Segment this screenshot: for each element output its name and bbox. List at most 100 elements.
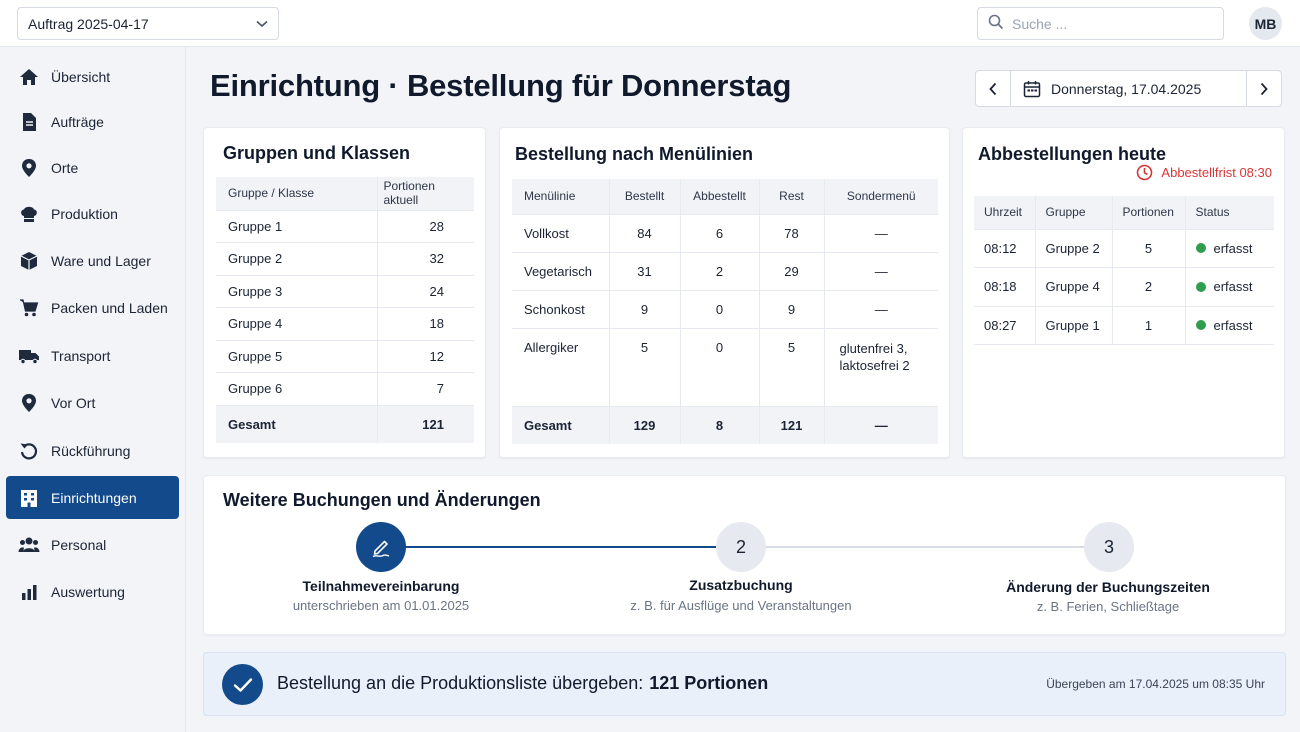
groups-card: Gruppen und Klassen Gruppe / Klasse Port… <box>203 127 486 458</box>
deadline-text: Abbestellfrist 08:30 <box>1161 165 1272 180</box>
column-header: Gruppe <box>1034 196 1112 230</box>
table-row[interactable]: 08:18 Gruppe 4 2 erfasst <box>974 267 1274 307</box>
menu-title: Bestellung nach Menülinien <box>515 144 754 164</box>
chef-hat-icon <box>18 203 40 225</box>
cancel-group: Gruppe 1 <box>1034 306 1112 345</box>
groups-table: Gruppe / Klasse Portionen aktuell Gruppe… <box>216 177 474 443</box>
pen-signature-icon <box>372 540 390 558</box>
top-bar: Auftrag 2025-04-17 MB <box>0 0 1300 47</box>
group-portions: 12 <box>376 340 474 373</box>
sidebar-item-uebersicht[interactable]: Übersicht <box>6 55 179 98</box>
sidebar-item-packen-und-laden[interactable]: Packen und Laden <box>6 286 179 329</box>
date-navigator: Donnerstag, 17.04.2025 <box>975 70 1282 107</box>
sidebar-item-personal[interactable]: Personal <box>6 523 179 566</box>
table-row[interactable]: 08:12 Gruppe 2 5 erfasst <box>974 229 1274 268</box>
column-header: Menülinie <box>512 179 609 215</box>
avatar[interactable]: MB <box>1249 7 1282 40</box>
sidebar-item-auswertung[interactable]: Auswertung <box>6 570 179 613</box>
menu-table: Menülinie Bestellt Abbestellt Rest Sonde… <box>512 179 938 444</box>
table-row[interactable]: 08:27 Gruppe 1 1 erfasst <box>974 306 1274 345</box>
step-connector <box>741 546 1084 548</box>
column-header: Portionen <box>1111 196 1185 230</box>
sidebar: Übersicht Aufträge Orte Produktion Ware … <box>0 47 186 732</box>
truck-icon <box>18 345 40 367</box>
total-special: — <box>823 406 938 444</box>
table-row[interactable]: Gruppe 2 32 <box>216 242 474 276</box>
order-select[interactable]: Auftrag 2025-04-17 <box>17 7 279 40</box>
special-menu-line: glutenfrei 3, <box>839 340 908 356</box>
bookings-card: Weitere Buchungen und Änderungen Teilnah… <box>203 475 1286 635</box>
chevron-left-icon <box>989 82 997 95</box>
document-icon <box>18 111 40 133</box>
step-1-label: Teilnahmevereinbarung <box>302 578 460 594</box>
step-2-label: Zusatzbuchung <box>689 577 793 593</box>
group-portions: 7 <box>376 372 474 406</box>
sidebar-item-label: Orte <box>51 159 79 176</box>
special-menu: glutenfrei 3, laktosefrei 2 <box>823 328 938 407</box>
table-row[interactable]: Gruppe 4 18 <box>216 307 474 341</box>
step-3-circle[interactable]: 3 <box>1084 522 1134 572</box>
search-input[interactable] <box>1012 15 1202 32</box>
group-name: Gruppe 1 <box>216 210 377 243</box>
status-cell: erfasst <box>1184 267 1274 307</box>
status-dot-icon <box>1195 281 1206 292</box>
table-row[interactable]: Vegetarisch 31 2 29 — <box>512 252 938 291</box>
previous-day-button[interactable] <box>975 70 1011 107</box>
table-header-row: Uhrzeit Gruppe Portionen Status <box>974 196 1274 230</box>
box-icon <box>18 250 40 272</box>
sidebar-item-label: Personal <box>51 536 107 553</box>
group-portions: 32 <box>376 242 474 276</box>
bookings-title: Weitere Buchungen und Änderungen <box>223 490 541 510</box>
sidebar-item-vor-ort[interactable]: Vor Ort <box>6 381 179 424</box>
sidebar-item-auftraege[interactable]: Aufträge <box>6 100 179 143</box>
sidebar-item-label: Vor Ort <box>51 394 96 411</box>
column-header: Status <box>1184 196 1274 230</box>
cancellations-card: Abbestellungen heute Abbestellfrist 08:3… <box>962 127 1285 458</box>
status-cell: erfasst <box>1184 229 1274 268</box>
date-field[interactable]: Donnerstag, 17.04.2025 <box>1011 70 1246 107</box>
sidebar-item-produktion[interactable]: Produktion <box>6 192 179 235</box>
sidebar-item-ware-und-lager[interactable]: Ware und Lager <box>6 239 179 282</box>
banner-message-text: Bestellung an die Produktionsliste überg… <box>277 673 644 693</box>
sidebar-item-rueckfuehrung[interactable]: Rückführung <box>6 429 179 472</box>
sidebar-item-orte[interactable]: Orte <box>6 146 179 189</box>
cancel-time: 08:27 <box>974 306 1035 345</box>
check-icon <box>222 664 263 705</box>
step-2-sub: z. B. für Ausflüge und Veranstaltungen <box>630 598 852 613</box>
status-badge: erfasst <box>1213 240 1253 256</box>
rest-count: 29 <box>758 252 824 291</box>
column-header: Abbestellt <box>679 179 759 215</box>
table-row[interactable]: Gruppe 1 28 <box>216 210 474 243</box>
search-icon <box>988 14 1004 33</box>
sidebar-item-label: Auswertung <box>51 583 125 600</box>
sidebar-item-label: Rückführung <box>51 442 131 459</box>
next-day-button[interactable] <box>1246 70 1282 107</box>
total-ordered: 129 <box>608 406 680 444</box>
table-row[interactable]: Gruppe 67 <box>216 372 474 406</box>
table-row[interactable]: Allergiker 5 0 5 glutenfrei 3, laktosefr… <box>512 328 938 407</box>
location-pin-icon <box>18 392 40 414</box>
sidebar-item-label: Übersicht <box>51 68 111 85</box>
sidebar-item-label: Einrichtungen <box>51 489 137 506</box>
column-header: Sondermenü <box>823 179 938 215</box>
table-row[interactable]: Vollkost 84 6 78 — <box>512 214 938 253</box>
table-row[interactable]: Schonkost 9 0 9 — <box>512 290 938 329</box>
rest-count: 9 <box>758 290 824 329</box>
menu-card: Bestellung nach Menülinien Menülinie Bes… <box>499 127 950 458</box>
sidebar-item-label: Produktion <box>51 205 118 222</box>
table-row[interactable]: Gruppe 3 24 <box>216 275 474 308</box>
banner-timestamp: Übergeben am 17.04.2025 um 08:35 Uhr <box>1046 677 1265 691</box>
menu-line: Allergiker <box>512 328 609 407</box>
group-name: Gruppe 4 <box>216 307 377 341</box>
people-icon <box>18 534 40 556</box>
banner-message: Bestellung an die Produktionsliste überg… <box>277 673 768 694</box>
step-1-circle[interactable] <box>356 522 406 572</box>
sidebar-item-einrichtungen[interactable]: Einrichtungen <box>6 476 179 519</box>
search-box[interactable] <box>977 7 1224 40</box>
groups-title: Gruppen und Klassen <box>223 143 411 163</box>
column-header: Rest <box>758 179 824 215</box>
step-2-circle[interactable]: 2 <box>716 522 766 572</box>
sidebar-item-transport[interactable]: Transport <box>6 334 179 377</box>
table-row[interactable]: Gruppe 5 12 <box>216 340 474 373</box>
step-3-sub: z. B. Ferien, Schließtage <box>1036 599 1180 614</box>
